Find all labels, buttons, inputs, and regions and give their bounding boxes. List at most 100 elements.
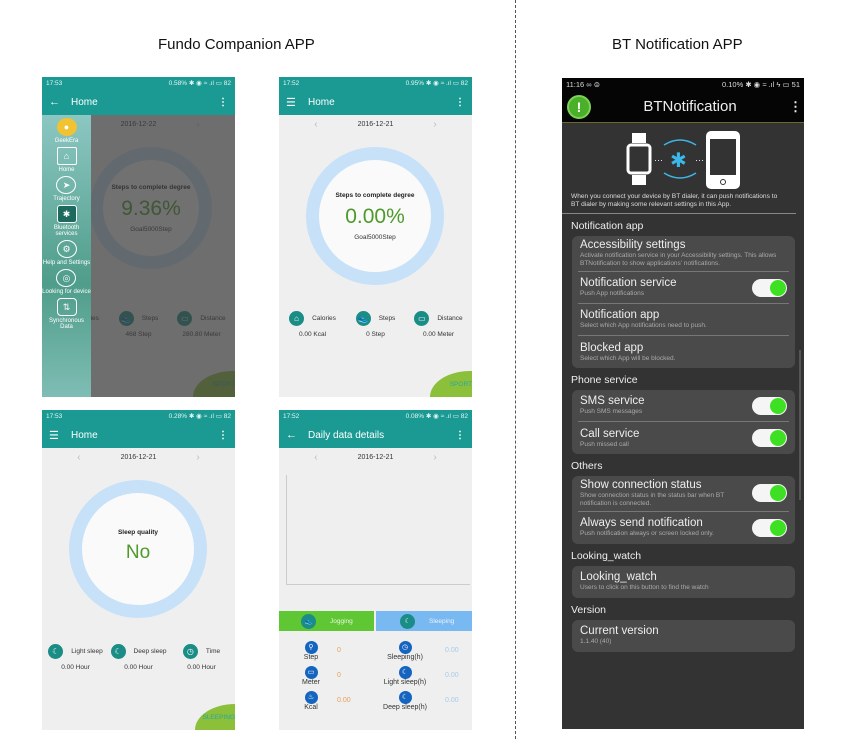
scrollbar[interactable] bbox=[799, 350, 801, 500]
status-icons: 0.28% ✱ ◉ ≈ .ıl ▭ 82 bbox=[168, 413, 231, 420]
next-date-icon[interactable]: › bbox=[433, 452, 436, 463]
stat-value: 0.00 Kcal bbox=[298, 331, 327, 338]
stats-row: ⌂ Calories 0.00 Kcal 👟 Steps 0 Step ▭ Distanc… bbox=[279, 311, 472, 338]
setting-item[interactable]: Call service Push missed call bbox=[578, 422, 789, 454]
setting-subtitle: Push App notifications bbox=[580, 290, 644, 298]
gear-icon: ⚙ bbox=[56, 240, 77, 258]
setting-item[interactable]: Notification service Push App notificatio… bbox=[578, 272, 789, 305]
stat-deep-sleep: ☾ Deep sleep 0.00 Hour bbox=[109, 644, 169, 671]
prev-date-icon[interactable]: ‹ bbox=[77, 452, 80, 463]
moon-icon: ☾ bbox=[400, 613, 415, 629]
toggle-switch[interactable] bbox=[752, 484, 787, 503]
toggle-switch[interactable] bbox=[752, 429, 787, 448]
setting-item[interactable]: Show connection status Show connection st… bbox=[578, 476, 789, 512]
stat-label: Steps bbox=[378, 315, 396, 322]
setting-text: Current version 1.1.40 (40) bbox=[580, 625, 787, 646]
drawer-label: Looking for device bbox=[42, 289, 91, 295]
drawer-label: Bluetooth services bbox=[53, 225, 80, 237]
drawer-item-sync[interactable]: ⇅ Synchronous Data bbox=[42, 298, 91, 330]
item-value: 0 bbox=[337, 647, 341, 654]
setting-item[interactable]: Looking_watch Users to click on this butt… bbox=[578, 566, 789, 598]
item-label: Meter bbox=[302, 678, 320, 686]
settings-group: Accessibility settings Activate notificat… bbox=[572, 236, 795, 369]
drawer-label: GeekEra bbox=[54, 138, 79, 144]
screen-home-sleep: 17:53 0.28% ✱ ◉ ≈ .ıl ▭ 82 ☰ Home ⋮ ‹ 2016-1… bbox=[42, 410, 235, 730]
back-arrow-icon[interactable]: ← bbox=[49, 96, 63, 108]
bluetooth-icon: ✱ bbox=[56, 205, 77, 223]
app-bar: ← Home ⋮ bbox=[42, 89, 235, 115]
flame-icon: ♨ bbox=[304, 690, 318, 704]
more-menu-icon[interactable]: ⋮ bbox=[455, 430, 465, 441]
setting-subtitle: Select which App notifications need to p… bbox=[580, 322, 707, 330]
date-label[interactable]: 2016-12-21 bbox=[121, 454, 157, 461]
more-menu-icon[interactable]: ⋮ bbox=[218, 97, 228, 108]
status-time: 17:52 bbox=[283, 79, 300, 87]
item-label: Step bbox=[303, 653, 319, 661]
drawer-item-trajectory[interactable]: ➤ Trajectory bbox=[53, 176, 80, 202]
toggle-switch[interactable] bbox=[752, 396, 787, 415]
next-date-icon[interactable]: › bbox=[196, 452, 199, 463]
toggle-switch[interactable] bbox=[752, 278, 787, 297]
settings-list: Notification app Accessibility settings Ac… bbox=[562, 214, 804, 652]
hamburger-menu-icon[interactable]: ☰ bbox=[49, 429, 63, 442]
more-menu-icon[interactable]: ⋮ bbox=[455, 97, 465, 108]
setting-item[interactable]: Notification app Select which App notific… bbox=[578, 304, 789, 337]
setting-title: Blocked app bbox=[580, 341, 644, 354]
tab-label: Jogging bbox=[330, 617, 353, 625]
setting-title: Call service bbox=[580, 427, 640, 440]
date-label[interactable]: 2016-12-21 bbox=[358, 121, 394, 128]
ring-value: 0.00% bbox=[345, 204, 405, 228]
settings-group: Show connection status Show connection st… bbox=[572, 476, 795, 544]
description-text: When you connect your device by BT diale… bbox=[562, 193, 796, 215]
setting-subtitle: Push notification always or screen locke… bbox=[580, 530, 714, 538]
jogging-item-step: ⚲ Step 0 bbox=[297, 638, 377, 663]
setting-item[interactable]: Current version 1.1.40 (40) bbox=[578, 620, 789, 652]
more-menu-icon[interactable]: ⋮ bbox=[218, 430, 228, 441]
back-arrow-icon[interactable]: ← bbox=[286, 429, 300, 441]
setting-item[interactable]: SMS service Push SMS messages bbox=[578, 390, 789, 423]
svg-text:···: ··· bbox=[695, 155, 704, 165]
hero-illustration: ··· ✱ ··· bbox=[562, 123, 804, 193]
app-logo-icon: ! bbox=[567, 94, 591, 119]
settings-group: Current version 1.1.40 (40) bbox=[572, 619, 795, 652]
status-icons: 0.10% ✱ ◉ ≈ .ıl ϟ ▭ 51 bbox=[721, 80, 800, 89]
status-time: 17:53 bbox=[46, 79, 63, 87]
date-label[interactable]: 2016-12-21 bbox=[358, 454, 394, 461]
setting-title: Accessibility settings bbox=[580, 239, 686, 252]
stat-label: Calories bbox=[312, 315, 336, 322]
mode-corner[interactable]: SLEEPING bbox=[195, 704, 235, 730]
setting-title: SMS service bbox=[580, 395, 645, 408]
hamburger-menu-icon[interactable]: ☰ bbox=[286, 96, 300, 109]
stat-value: 0.00 Hour bbox=[187, 664, 216, 671]
ring-value: No bbox=[125, 542, 151, 563]
prev-date-icon[interactable]: ‹ bbox=[314, 452, 317, 463]
bt-notification-screen: 11:16 ∞ ⊜ 0.10% ✱ ◉ ≈ .ıl ϟ ▭ 51 ! BTNotif… bbox=[562, 78, 804, 729]
toggle-switch[interactable] bbox=[752, 518, 787, 537]
tab-jogging[interactable]: 👟 Jogging bbox=[279, 611, 374, 631]
mode-corner[interactable]: SPORT bbox=[430, 371, 472, 397]
setting-item[interactable]: Always send notification Push notificatio… bbox=[578, 512, 789, 544]
screen-home-drawer: 17:530.58% ✱ ◉ ≈ .ıl ▭ 82 ←Home⋮ ‹2016-1… bbox=[42, 77, 235, 397]
setting-item[interactable]: Blocked app Select which App will be bloc… bbox=[578, 336, 789, 368]
setting-text: Show connection status Show connection st… bbox=[580, 479, 752, 508]
drawer-item-settings[interactable]: ⚙ Help and Settings bbox=[43, 240, 90, 266]
drawer-item-home[interactable]: ⌂ Home bbox=[56, 147, 77, 173]
more-menu-icon[interactable]: ⋮ bbox=[789, 99, 802, 115]
sleeping-item-total: ◷ Sleeping(h) 0.00 bbox=[379, 638, 469, 663]
setting-item[interactable]: Accessibility settings Activate notificat… bbox=[578, 236, 789, 273]
status-bar: 17:53 0.28% ✱ ◉ ≈ .ıl ▭ 82 bbox=[42, 410, 235, 422]
stat-calories: ⌂ Calories 0.00 Kcal bbox=[283, 311, 343, 338]
drawer-item-bluetooth[interactable]: ✱ Bluetooth services bbox=[42, 205, 91, 237]
section-header: Notification app bbox=[571, 220, 644, 233]
ring-goal: Goal5000Step bbox=[354, 233, 396, 241]
next-date-icon[interactable]: › bbox=[433, 119, 436, 130]
drawer-item-geekera[interactable]: ● GeekEra bbox=[54, 118, 79, 144]
shoe-icon: 👟 bbox=[355, 311, 371, 326]
setting-subtitle: Show connection status in the status bar… bbox=[580, 492, 725, 507]
app-bar: ← Daily data details ⋮ bbox=[279, 422, 472, 448]
watch-icon bbox=[626, 143, 652, 175]
drawer-item-looking[interactable]: ◎ Looking for device bbox=[42, 269, 91, 295]
tab-sleeping[interactable]: ☾ Sleeping bbox=[376, 611, 472, 631]
home-icon: ⌂ bbox=[56, 147, 77, 165]
prev-date-icon[interactable]: ‹ bbox=[314, 119, 317, 130]
